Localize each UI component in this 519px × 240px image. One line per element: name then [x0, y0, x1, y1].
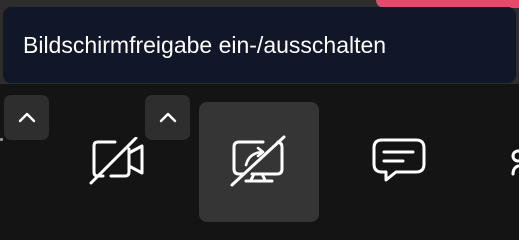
audio-options-button[interactable] — [4, 95, 49, 140]
screen-share-off-icon — [230, 135, 286, 187]
partial-control-edge — [0, 138, 3, 141]
partially-visible-icon[interactable] — [504, 146, 519, 185]
camera-toggle-button[interactable] — [59, 102, 179, 222]
screen-share-toggle-button[interactable] — [199, 102, 319, 222]
chevron-up-icon — [18, 112, 35, 122]
meeting-toolbar — [0, 84, 519, 238]
tooltip: Bildschirmfreigabe ein-/ausschalten — [3, 7, 516, 83]
chat-button[interactable] — [339, 102, 459, 222]
chat-bubble-icon — [372, 138, 426, 182]
video-off-icon — [89, 137, 144, 185]
